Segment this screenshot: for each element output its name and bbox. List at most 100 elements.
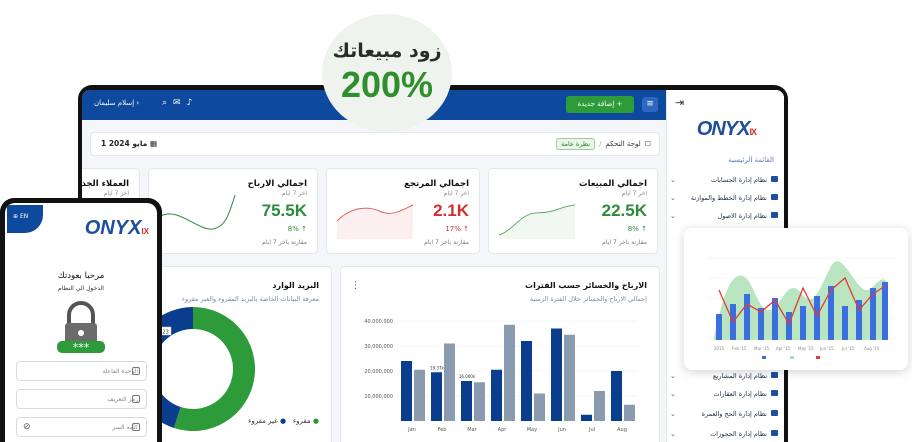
bar-profit — [461, 381, 472, 421]
id-field[interactable]: رمز التعريف — [16, 389, 147, 409]
legend-unread: غير مقروء — [248, 417, 278, 425]
card-title: اجمالي الارباح — [247, 179, 307, 189]
y-tick-label: 10,000,000 — [364, 394, 393, 400]
svg-text:Apr '15: Apr '15 — [776, 346, 791, 351]
calendar-icon: ▦ — [149, 139, 158, 148]
stage: زود مبيعاتك 200% ≡ + إضافة جديدة ⌕✉♪ ‹ إ… — [0, 0, 912, 442]
accounts-icon — [771, 176, 778, 182]
dashboard-screen: ≡ + إضافة جديدة ⌕✉♪ ‹ إسلام سليمان ⇥ ONY… — [82, 90, 784, 442]
bar-profit — [401, 361, 412, 421]
panel-title: الارباح والخسائر حسب الفترات — [525, 281, 647, 290]
sidebar-item-realestate[interactable]: نظام إدارة العقارات ⌄ — [670, 390, 778, 398]
sidebar-section-title: القائمة الرئيسية — [728, 156, 774, 164]
x-tick-label: Apr — [498, 427, 508, 433]
phone-logo: ONYXIX — [84, 217, 149, 239]
floating-chart-card: 2015 Feb '15 Mar '15 Apr '15 May '15 Jun '15 J… — [684, 228, 908, 370]
profit-loss-panel: الارباح والخسائر حسب الفترات إجمالي الار… — [340, 266, 660, 442]
overview-badge[interactable]: نظرة عامة — [556, 138, 596, 150]
card-subtitle: اخر 7 ايام — [443, 190, 469, 197]
card-subtitle: اخر 7 ايام — [281, 190, 307, 197]
unit-field[interactable]: الوحدة الفاعلة — [16, 361, 147, 381]
svg-text:May '15: May '15 — [798, 346, 814, 351]
chevron-down-icon: ⌄ — [670, 410, 676, 418]
card-title: اجمالي المبيعات — [579, 179, 647, 189]
bar-loss — [564, 334, 575, 421]
topbar-icons: ⌕✉♪ — [162, 98, 198, 108]
mail-icon[interactable]: ✉ — [173, 98, 187, 108]
arrow-up-icon: ↑ — [641, 225, 647, 233]
user-icon — [132, 395, 140, 403]
bar-loss — [534, 393, 545, 421]
x-tick-label: Aug — [617, 427, 627, 433]
sparkline — [336, 204, 414, 239]
svg-text:Aug '15: Aug '15 — [864, 346, 880, 351]
checkbox-icon[interactable]: ☐ — [645, 140, 651, 148]
card-compare: مقارنة باخر 7 ايام — [602, 239, 647, 246]
add-new-button[interactable]: + إضافة جديدة — [566, 96, 634, 113]
chevron-left-icon: ‹ — [134, 99, 140, 107]
data-label: 16.000k — [459, 374, 476, 379]
card-pct: 17% — [445, 225, 461, 233]
card-sales: اجمالي المبيعات اخر 7 ايام 22.5K ↑ 8% مق… — [488, 168, 658, 254]
sidebar-item-projects[interactable]: نظام إدارة المشاريع ⌄ — [670, 372, 778, 380]
sidebar-item-hajj[interactable]: نظام إدارة الحج والعمرة ⌄ — [670, 410, 778, 418]
data-label: 19.37k — [430, 365, 444, 370]
inbox-panel: البريد الوارد معرفة البيانات الخاصة بالب… — [152, 266, 332, 442]
card-subtitle: اخر 7 ايام — [103, 190, 129, 197]
calendar-icon — [771, 430, 778, 436]
user-name: إسلام سليمان — [94, 99, 135, 107]
language-toggle[interactable]: ⊕ EN — [7, 205, 43, 233]
card-compare: مقارنة باخر 7 ايام — [424, 239, 469, 246]
svg-text:Feb '15: Feb '15 — [732, 346, 747, 351]
welcome-title: مرحبا بعودتك — [57, 271, 105, 281]
bar-profit — [611, 371, 622, 421]
y-tick-label: 40,000,000 — [364, 319, 393, 325]
chevron-down-icon: ⌄ — [670, 194, 676, 202]
plane-icon — [771, 410, 778, 416]
chevron-down-icon: ⌄ — [670, 372, 676, 380]
logout-icon[interactable]: ⇥ — [675, 96, 684, 109]
logo: ONYXIX — [696, 118, 757, 140]
sidebar-item-accounts[interactable]: نظام إدارة الحسابات ⌄ — [670, 176, 778, 184]
panel-subtitle: معرفة البيانات الخاصة بالبريد المقروء وا… — [181, 295, 319, 303]
panel-title: البريد الوارد — [272, 281, 319, 290]
bar-loss — [504, 324, 515, 421]
sidebar-item-bookings[interactable]: نظام إدارة الحجوزات ⌄ — [670, 430, 778, 438]
password-field[interactable]: كلمة السر ⊘ — [16, 417, 147, 437]
bar-loss — [624, 404, 635, 421]
eye-off-icon[interactable]: ⊘ — [23, 422, 31, 432]
menu-icon[interactable]: ≡ — [642, 97, 658, 112]
chevron-down-icon: ⌄ — [670, 176, 676, 184]
breadcrumb: 1 مايو 2024 ▦ ☐ لوحة التحكم / نظرة عامة — [90, 132, 660, 156]
card-value: 75.5K — [261, 201, 307, 220]
combo-chart: 2015 Feb '15 Mar '15 Apr '15 May '15 Jun '15 J… — [708, 257, 894, 359]
promo-line1: زود مبيعاتك — [332, 40, 442, 62]
bar-profit — [491, 369, 502, 421]
bar-loss — [594, 391, 605, 421]
card-title: اجمالي المرتجع — [404, 179, 469, 189]
card-value: 2.1K — [433, 201, 469, 220]
x-tick-label: Jan — [407, 427, 416, 433]
x-tick-label: Jul — [588, 427, 595, 433]
chevron-down-icon: ⌄ — [670, 212, 676, 220]
bell-icon[interactable]: ♪ — [187, 98, 199, 108]
breadcrumb-home[interactable]: لوحة التحكم — [605, 140, 640, 148]
more-options-icon[interactable]: ⋮ — [351, 281, 360, 291]
user-menu[interactable]: ‹ إسلام سليمان — [94, 99, 139, 107]
card-subtitle: اخر 7 ايام — [621, 190, 647, 197]
bar-chart: 40,000,000 30,000,000 20,000,000 10,000,000… — [364, 319, 637, 433]
lock-text: *** — [73, 341, 90, 354]
sidebar-item-plans[interactable]: نظام إدارة الخطط والموازنة ⌄ — [670, 194, 778, 202]
card-pct: 8% — [287, 225, 299, 233]
card-title: العملاء الجد — [82, 179, 129, 189]
lock-icon — [132, 423, 140, 431]
date-picker[interactable]: 1 مايو 2024 ▦ — [101, 139, 157, 148]
bar-loss — [444, 343, 455, 421]
svg-text:2015: 2015 — [714, 346, 725, 351]
arrow-up-icon: ↑ — [463, 225, 469, 233]
search-icon[interactable]: ⌕ — [162, 98, 173, 108]
bar-loss — [414, 369, 425, 421]
sidebar-item-assets[interactable]: نظام إدارة الاصول ⌄ — [670, 212, 778, 220]
y-tick-label: 20,000,000 — [364, 369, 393, 375]
chevron-down-icon: ⌄ — [670, 390, 676, 398]
